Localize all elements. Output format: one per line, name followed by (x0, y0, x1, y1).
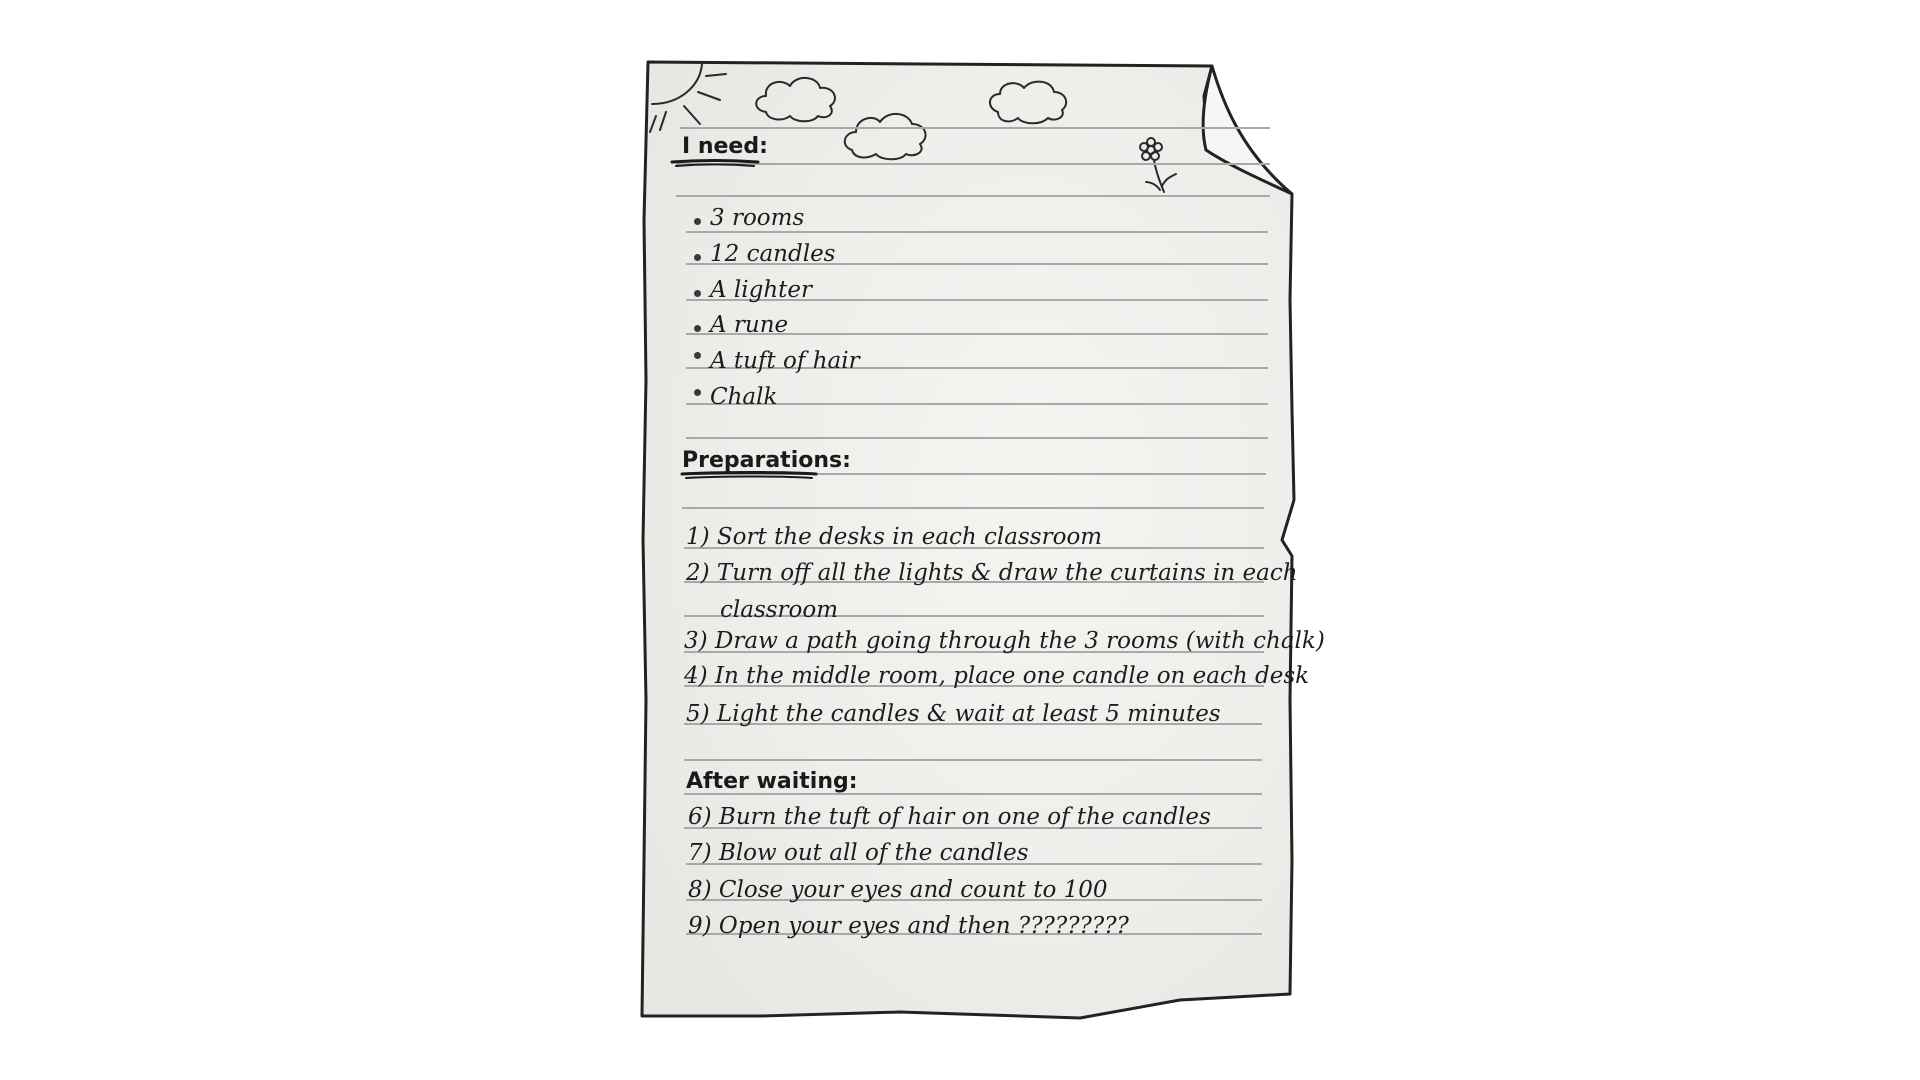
list-item: 8) Close your eyes and count to 100 (688, 877, 1108, 903)
bullet (694, 218, 701, 225)
list-item: 2) Turn off all the lights & draw the cu… (686, 560, 1298, 586)
list-item: classroom (720, 597, 839, 623)
bullet (694, 352, 701, 359)
list-item: 3) Draw a path going through the 3 rooms… (684, 628, 1325, 654)
bullet (694, 325, 701, 332)
list-item: A tuft of hair (710, 348, 860, 374)
list-item: 5) Light the candles & wait at least 5 m… (686, 701, 1221, 727)
list-item: 6) Burn the tuft of hair on one of the c… (688, 804, 1211, 830)
list-item: A lighter (710, 277, 813, 303)
list-item: 4) In the middle room, place one candle … (684, 663, 1310, 689)
heading-preparations: Preparations: (682, 448, 851, 473)
heading-i-need: I need: (682, 134, 768, 159)
list-item: 3 rooms (710, 205, 805, 231)
stage: I need: 3 rooms 12 candles A lighter A r… (0, 0, 1920, 1080)
list-item: A rune (710, 312, 789, 338)
bullet (694, 254, 701, 261)
heading-after-waiting: After waiting: (686, 769, 858, 794)
bullet (694, 290, 701, 297)
bullet (694, 389, 701, 396)
list-item: 12 candles (710, 241, 836, 267)
list-item: 1) Sort the desks in each classroom (686, 524, 1103, 550)
list-item: 7) Blow out all of the candles (688, 840, 1029, 866)
list-item: Chalk (710, 384, 778, 410)
list-item: 9) Open your eyes and then ????????? (688, 913, 1129, 939)
